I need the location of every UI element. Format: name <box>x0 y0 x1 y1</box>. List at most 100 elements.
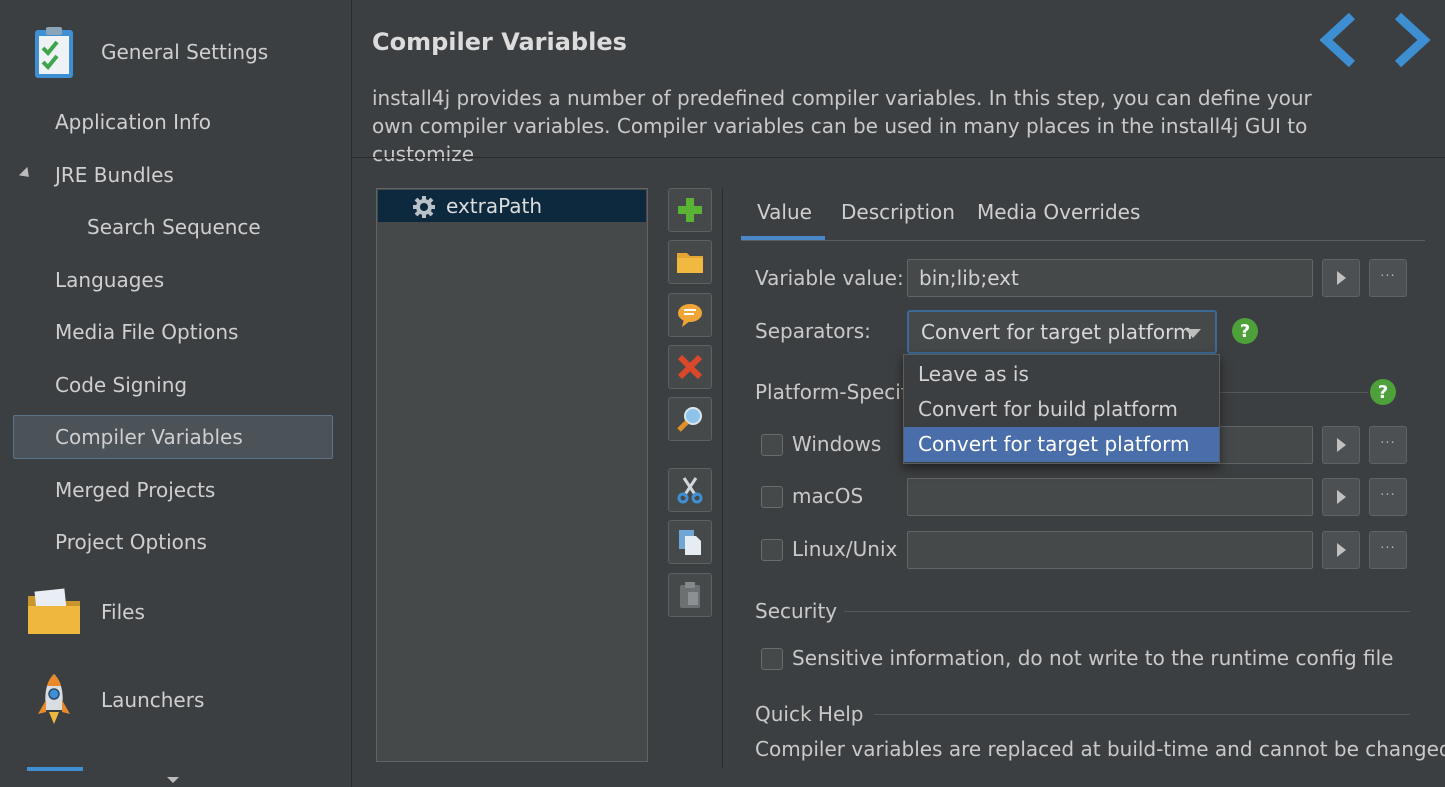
sensitive-info-label: Sensitive information, do not write to t… <box>792 646 1394 670</box>
separators-dropdown-list[interactable]: Leave as is Convert for build platform C… <box>903 354 1220 464</box>
chevron-down-icon <box>1185 329 1201 338</box>
sidebar-item-label: Code Signing <box>55 373 188 397</box>
insert-variable-button[interactable] <box>1322 259 1360 297</box>
windows-label: Windows <box>792 432 882 456</box>
back-arrow-icon[interactable] <box>1314 12 1370 68</box>
list-item[interactable]: extraPath <box>378 190 646 222</box>
quick-help-label: Quick Help <box>755 702 864 726</box>
macos-label: macOS <box>792 484 864 508</box>
page-title: Compiler Variables <box>372 28 627 56</box>
header-divider <box>352 157 1445 158</box>
group-divider <box>874 714 1410 715</box>
sidebar-item-label: Compiler Variables <box>55 425 243 449</box>
gear-icon <box>413 196 435 218</box>
files-label: Files <box>101 600 145 624</box>
expand-triangle-icon[interactable] <box>18 166 34 182</box>
delete-x-icon <box>677 354 703 380</box>
group-divider <box>1218 392 1368 393</box>
page-description: install4j provides a number of predefine… <box>372 86 1312 166</box>
variable-value-field[interactable]: bin;lib;ext <box>907 259 1313 297</box>
folder-icon <box>28 588 80 634</box>
general-settings-label: General Settings <box>101 40 269 64</box>
quick-help-text: Compiler variables are replaced at build… <box>755 737 1445 761</box>
macos-checkbox[interactable] <box>761 486 783 508</box>
platform-help-icon[interactable]: ? <box>1370 379 1396 405</box>
windows-checkbox[interactable] <box>761 434 783 456</box>
next-section-icon-partial <box>27 767 83 771</box>
sidebar-item-search-sequence[interactable]: Search Sequence <box>13 205 333 249</box>
tab-media-overrides[interactable]: Media Overrides <box>977 200 1140 224</box>
sidebar-item-media-file-options[interactable]: Media File Options <box>13 310 333 354</box>
add-variable-button[interactable] <box>668 188 712 232</box>
sidebar-item-label: Search Sequence <box>87 215 261 239</box>
separators-combobox[interactable]: Convert for target platform <box>907 310 1217 354</box>
vertical-separator <box>722 188 723 768</box>
folder-icon <box>677 253 703 273</box>
ellipsis-icon: ··· <box>1380 435 1396 451</box>
edit-value-button[interactable]: ··· <box>1369 259 1407 297</box>
main-panel: Compiler Variables install4j provides a … <box>352 0 1445 787</box>
launchers-label: Launchers <box>101 688 205 712</box>
ellipsis-icon: ··· <box>1380 540 1396 556</box>
forward-arrow-icon[interactable] <box>1382 12 1438 68</box>
sensitive-info-checkbox[interactable] <box>761 648 783 670</box>
tab-description[interactable]: Description <box>841 200 955 224</box>
linux-edit-button[interactable]: ··· <box>1369 531 1407 569</box>
magnifier-icon <box>677 407 702 432</box>
windows-insert-button[interactable] <box>1322 426 1360 464</box>
sidebar-item-label: Project Options <box>55 530 207 554</box>
variable-name: extraPath <box>446 194 543 218</box>
sidebar-item-jre-bundles[interactable]: JRE Bundles <box>13 153 333 197</box>
sidebar-item-label: Media File Options <box>55 320 239 344</box>
cut-button[interactable] <box>668 468 712 512</box>
copy-icon <box>679 530 701 555</box>
tab-divider <box>741 240 1425 241</box>
sidebar-item-application-info[interactable]: Application Info <box>13 100 333 144</box>
paste-button[interactable] <box>668 573 712 617</box>
sidebar-item-label: Languages <box>55 268 165 292</box>
sidebar-item-compiler-variables[interactable]: Compiler Variables <box>13 415 333 459</box>
copy-button[interactable] <box>668 520 712 564</box>
macos-edit-button[interactable]: ··· <box>1369 478 1407 516</box>
option-convert-target-platform[interactable]: Convert for target platform <box>904 427 1219 462</box>
play-arrow-icon <box>1336 543 1346 557</box>
sidebar-item-label: Application Info <box>55 110 211 134</box>
option-leave-as-is[interactable]: Leave as is <box>904 357 1219 392</box>
linux-value-field[interactable] <box>907 531 1313 569</box>
windows-edit-button[interactable]: ··· <box>1369 426 1407 464</box>
rocket-icon <box>38 674 70 724</box>
scissors-icon <box>677 477 703 504</box>
linux-insert-button[interactable] <box>1322 531 1360 569</box>
sidebar-item-label: JRE Bundles <box>55 163 174 187</box>
separators-selected-value: Convert for target platform <box>921 320 1193 344</box>
option-convert-build-platform[interactable]: Convert for build platform <box>904 392 1219 427</box>
sidebar-item-label: Merged Projects <box>55 478 216 502</box>
platform-specific-label: Platform-Specific <box>755 380 925 404</box>
add-group-button[interactable] <box>668 240 712 284</box>
play-arrow-icon <box>1336 438 1346 452</box>
sidebar-item-code-signing[interactable]: Code Signing <box>13 363 333 407</box>
clipboard-checklist-icon <box>35 27 73 78</box>
sidebar-scroll-down-icon[interactable] <box>167 777 179 783</box>
group-divider <box>844 611 1410 612</box>
add-comment-button[interactable] <box>668 293 712 337</box>
ellipsis-icon: ··· <box>1380 268 1396 284</box>
variable-value-label: Variable value: <box>755 266 904 290</box>
sidebar-item-project-options[interactable]: Project Options <box>13 520 333 564</box>
comment-icon <box>678 304 702 327</box>
sidebar-item-languages[interactable]: Languages <box>13 258 333 302</box>
macos-insert-button[interactable] <box>1322 478 1360 516</box>
ellipsis-icon: ··· <box>1380 487 1396 503</box>
sidebar-item-merged-projects[interactable]: Merged Projects <box>13 468 333 512</box>
search-button[interactable] <box>668 397 712 441</box>
sidebar: General Settings Application Info JRE Bu… <box>0 0 352 787</box>
plus-icon <box>678 198 702 222</box>
linux-checkbox[interactable] <box>761 539 783 561</box>
tab-value[interactable]: Value <box>757 200 812 224</box>
linux-label: Linux/Unix <box>792 537 898 561</box>
macos-value-field[interactable] <box>907 478 1313 516</box>
help-icon[interactable]: ? <box>1232 318 1258 344</box>
delete-button[interactable] <box>668 345 712 389</box>
variable-list[interactable]: extraPath <box>376 188 648 762</box>
separators-label: Separators: <box>755 319 871 343</box>
